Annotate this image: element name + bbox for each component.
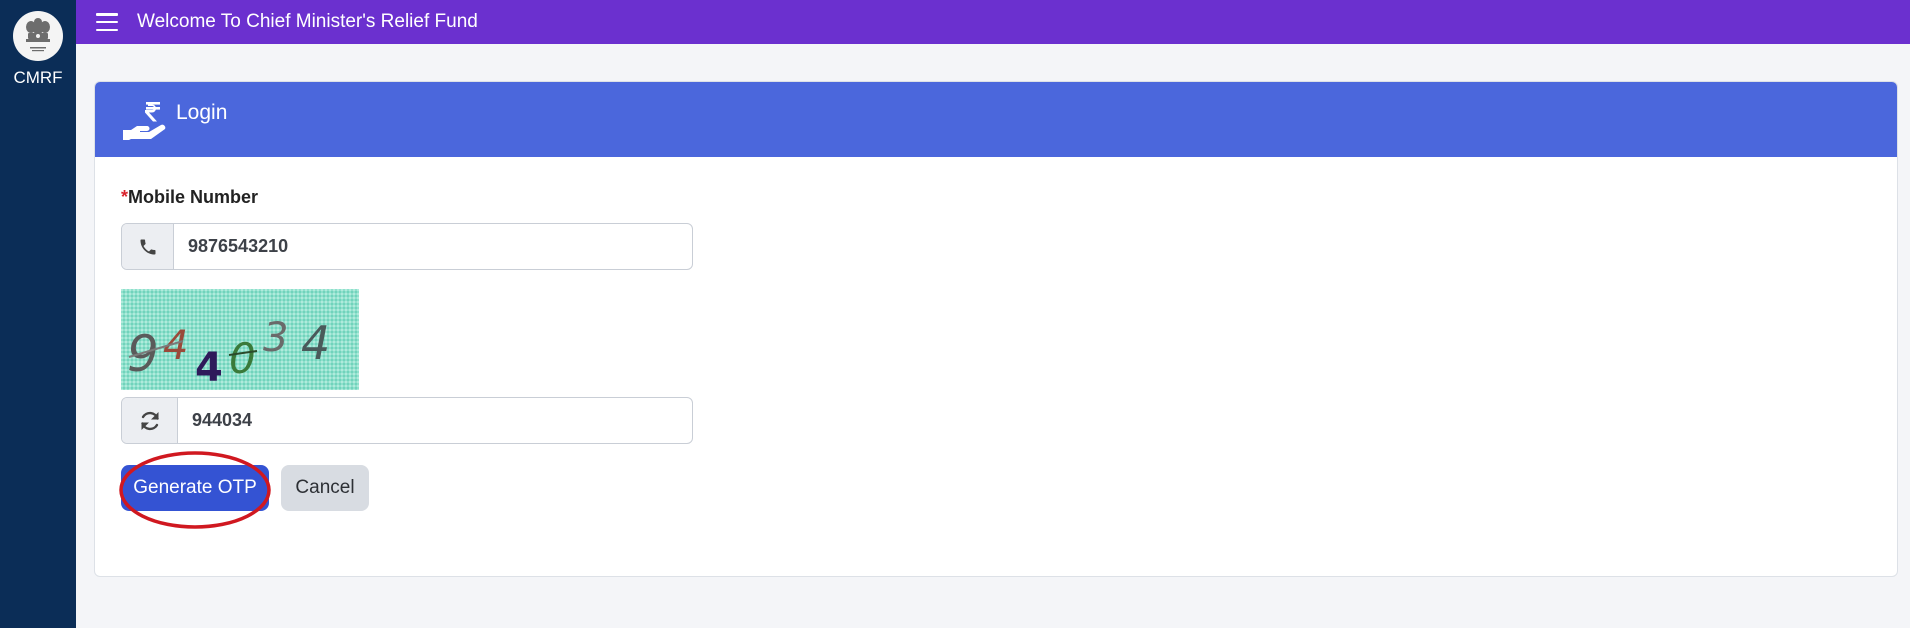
captcha-input[interactable] bbox=[178, 398, 692, 443]
mobile-number-group bbox=[121, 223, 693, 270]
captcha-image: 9 4 4 0 3 4 bbox=[121, 289, 359, 390]
top-navbar: Welcome To Chief Minister's Relief Fund bbox=[76, 0, 1910, 44]
required-asterisk: * bbox=[121, 187, 129, 207]
refresh-icon bbox=[140, 411, 159, 430]
svg-text:0: 0 bbox=[229, 334, 256, 383]
page-title: Welcome To Chief Minister's Relief Fund bbox=[137, 11, 478, 32]
svg-text:3: 3 bbox=[263, 315, 288, 361]
svg-text:4: 4 bbox=[195, 345, 223, 390]
national-emblem-icon[interactable] bbox=[13, 11, 63, 61]
refresh-captcha-button[interactable] bbox=[122, 398, 178, 443]
sidebar: CMRF bbox=[0, 0, 76, 628]
hand-rupee-icon bbox=[123, 101, 166, 140]
svg-text:9: 9 bbox=[127, 325, 159, 383]
phone-addon bbox=[122, 224, 174, 269]
card-title: Login bbox=[176, 100, 228, 124]
phone-icon bbox=[140, 239, 155, 254]
mobile-number-input[interactable] bbox=[174, 224, 692, 269]
generate-otp-button[interactable]: Generate OTP bbox=[121, 465, 269, 511]
mobile-number-label-text: Mobile Number bbox=[128, 187, 259, 207]
captcha-group bbox=[121, 397, 693, 444]
card-header: Login bbox=[95, 82, 1897, 157]
hamburger-menu-icon[interactable] bbox=[96, 13, 118, 31]
login-card: Login *Mobile Number 9 4 bbox=[94, 81, 1898, 577]
svg-text:4: 4 bbox=[301, 316, 330, 370]
mobile-number-label: *Mobile Number bbox=[121, 187, 258, 208]
brand-name: CMRF bbox=[13, 68, 63, 87]
cancel-button[interactable]: Cancel bbox=[281, 465, 369, 511]
